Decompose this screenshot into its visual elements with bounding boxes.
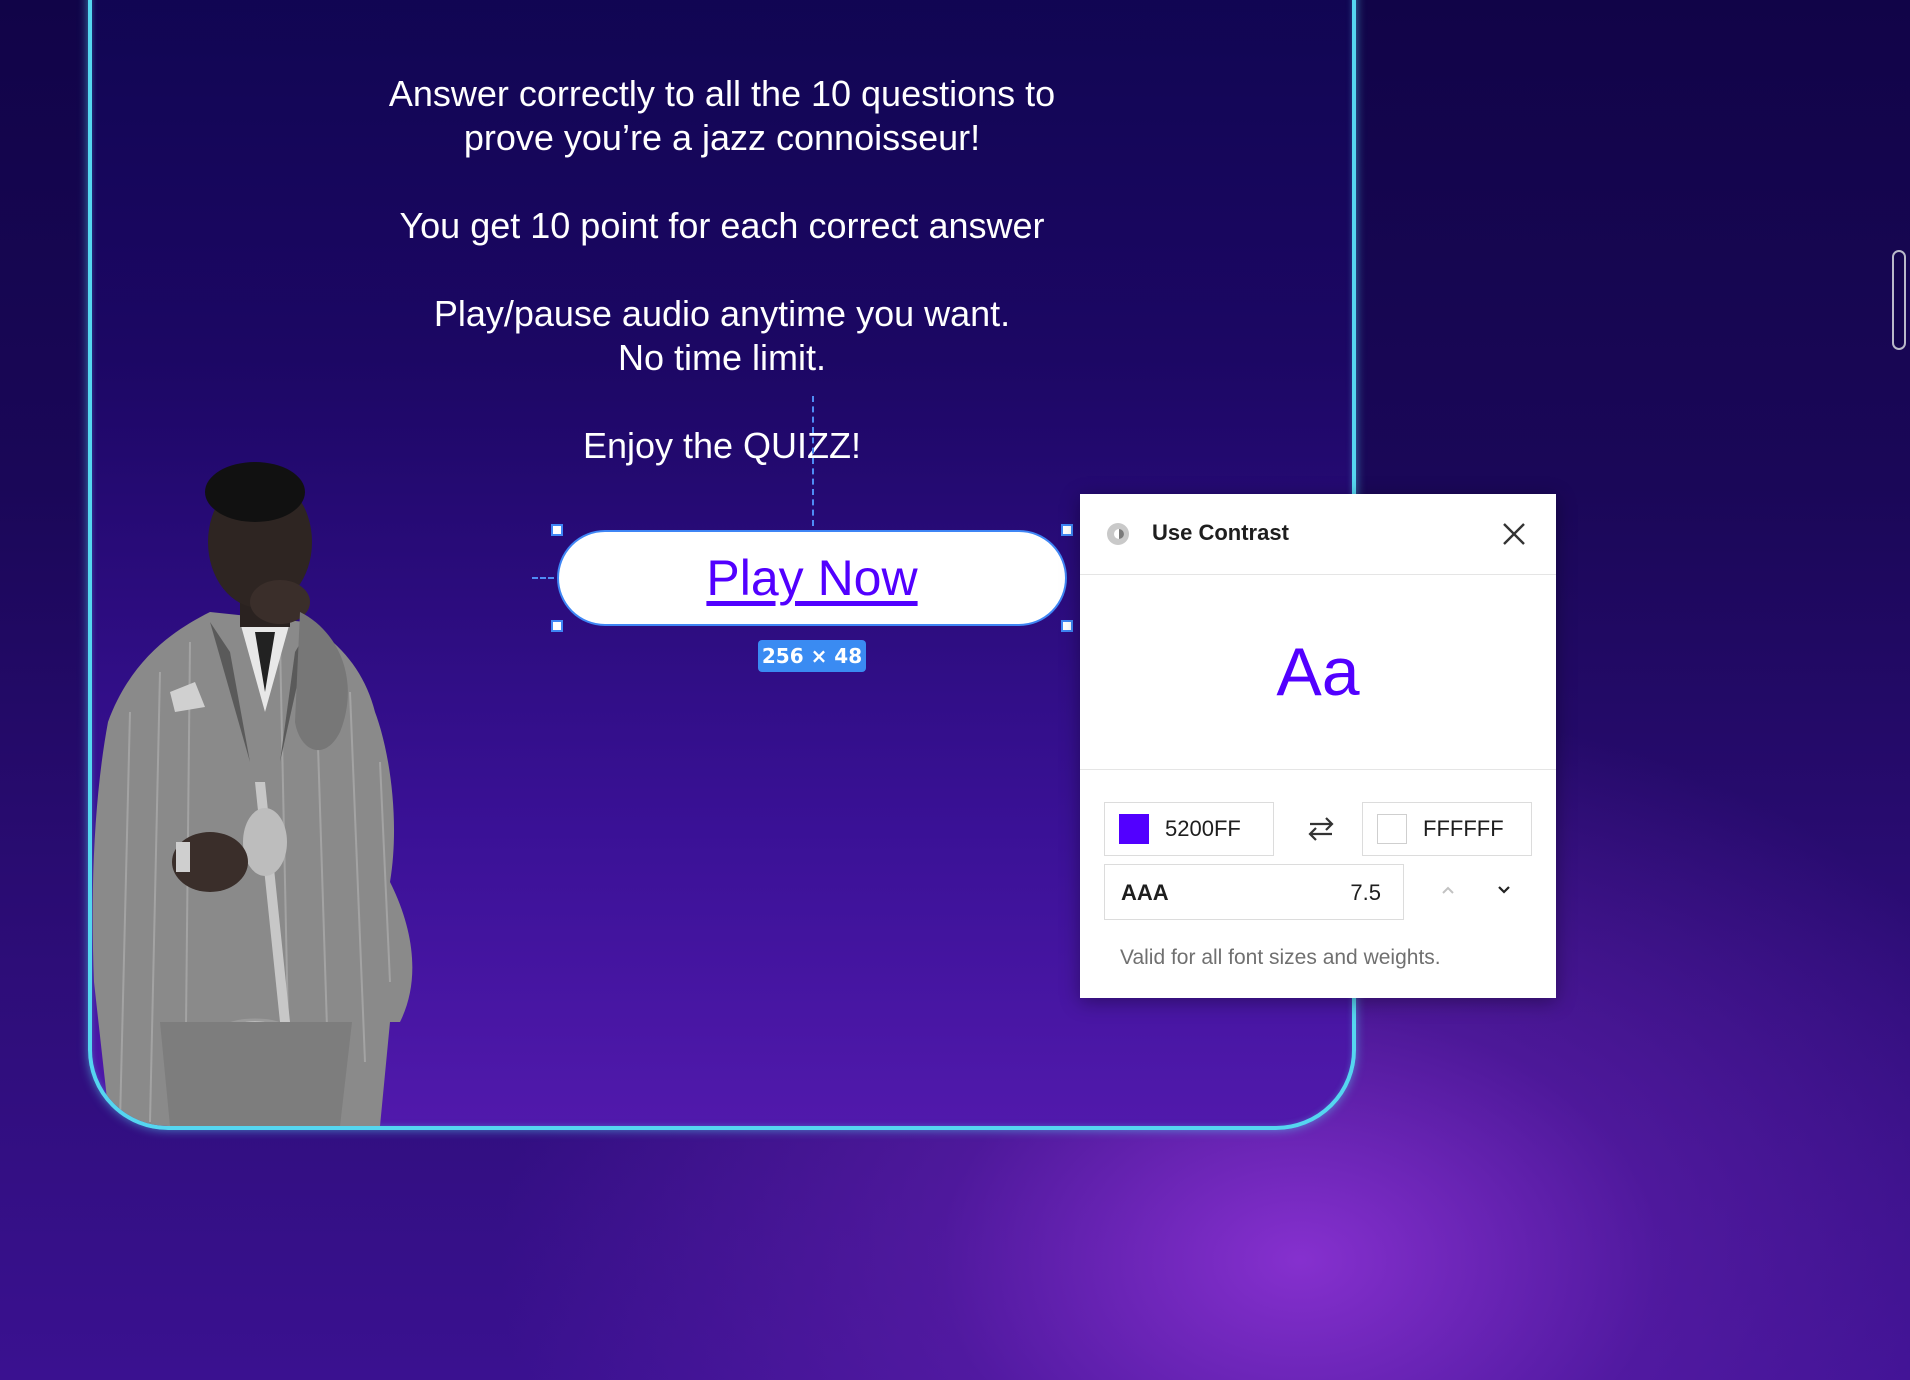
audio-line-2: No time limit. [617, 337, 827, 378]
contrast-ratio: 7.5 [1350, 880, 1381, 905]
enjoy-line: Enjoy the QUIZZ! [582, 425, 862, 466]
preview-sample-text: Aa [1276, 634, 1360, 710]
audio-line-1: Play/pause audio anytime you want. [433, 293, 1011, 334]
quiz-intro: Answer correctly to all the 10 questions… [92, 72, 1352, 468]
jazz-musician-photo [92, 462, 413, 1126]
foreground-hex[interactable]: 5200FF [1165, 816, 1241, 842]
points-rule: You get 10 point for each correct answer [399, 205, 1045, 246]
background-hex[interactable]: FFFFFF [1423, 816, 1504, 842]
foreground-color-field[interactable]: 5200FF [1104, 802, 1274, 856]
resize-handle-bottom-right[interactable] [1061, 620, 1073, 632]
validity-message: Valid for all font sizes and weights. [1120, 946, 1441, 969]
compliance-level-field[interactable]: AAA 7.5 [1104, 864, 1404, 920]
spacing-guide-vertical [812, 396, 814, 526]
compliance-level: AAA [1121, 880, 1169, 905]
spacing-guide-horizontal [532, 577, 554, 579]
resize-handle-top-right[interactable] [1061, 524, 1073, 536]
foreground-swatch[interactable] [1119, 814, 1149, 844]
panel-header: Use Contrast [1080, 494, 1556, 575]
use-contrast-panel: Use Contrast Aa 5200FF FFFFFF AAA 7.5 Va… [1080, 494, 1556, 998]
contrast-logo-icon [1107, 523, 1129, 545]
resize-handle-top-left[interactable] [551, 524, 563, 536]
selection-size-badge: 256 × 48 [758, 640, 866, 672]
play-now-button[interactable]: Play Now [557, 530, 1067, 626]
resize-handle-bottom-left[interactable] [551, 620, 563, 632]
background-swatch[interactable] [1377, 814, 1407, 844]
scrollbar-thumb[interactable] [1892, 250, 1906, 350]
background-color-field[interactable]: FFFFFF [1362, 802, 1532, 856]
intro-line-1: Answer correctly to all the 10 questions… [388, 73, 1056, 114]
intro-line-2: prove you’re a jazz connoisseur! [463, 117, 981, 158]
chevron-down-icon[interactable] [1494, 880, 1514, 900]
contrast-preview: Aa [1080, 575, 1556, 770]
chevron-up-icon[interactable] [1438, 880, 1458, 900]
close-icon[interactable] [1500, 520, 1528, 548]
panel-title: Use Contrast [1152, 520, 1289, 545]
swap-icon[interactable] [1302, 810, 1340, 848]
